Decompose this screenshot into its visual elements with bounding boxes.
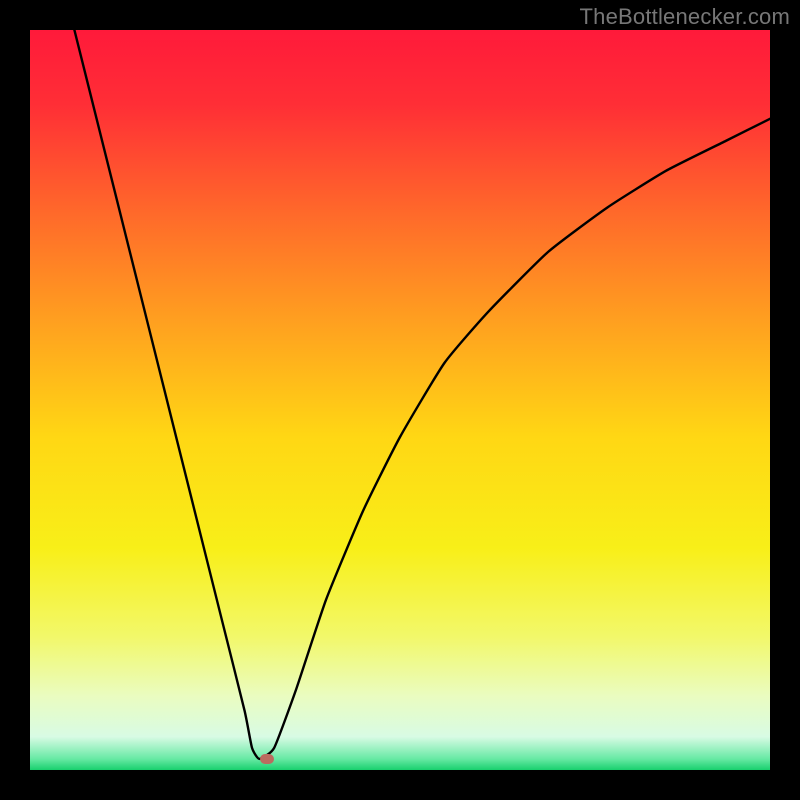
watermark-label: TheBottlenecker.com: [580, 4, 790, 30]
plot-area: [30, 30, 770, 770]
optimum-marker: [260, 754, 274, 764]
bottleneck-curve: [30, 30, 770, 770]
chart-frame: TheBottlenecker.com: [0, 0, 800, 800]
